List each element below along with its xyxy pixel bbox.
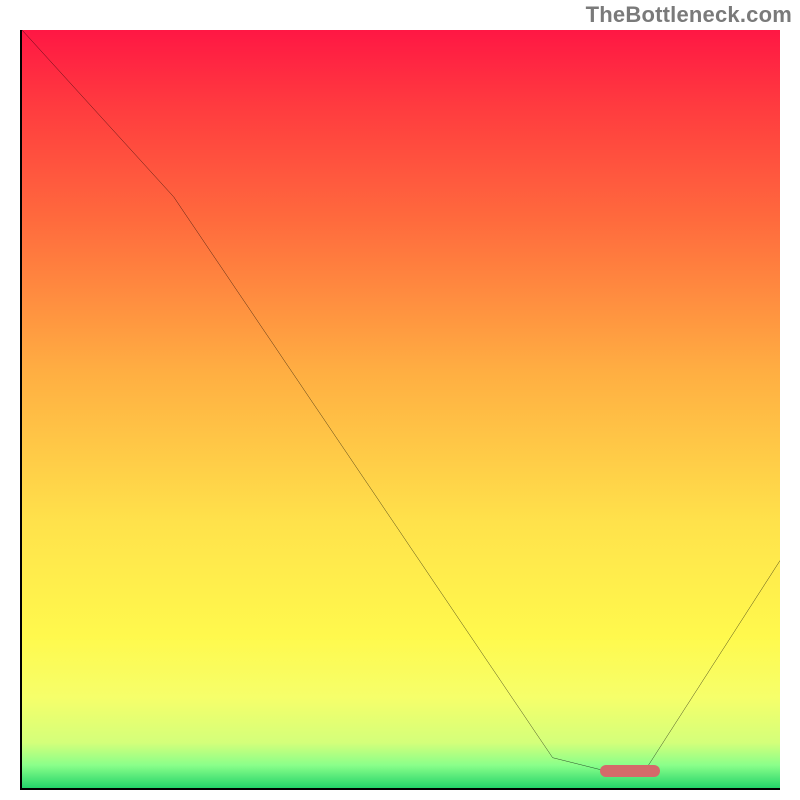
chart-container: TheBottleneck.com: [0, 0, 800, 800]
bottleneck-curve: [22, 30, 780, 788]
attribution-text: TheBottleneck.com: [586, 2, 792, 28]
plot-area: [20, 30, 780, 790]
optimal-range-marker: [600, 765, 661, 777]
